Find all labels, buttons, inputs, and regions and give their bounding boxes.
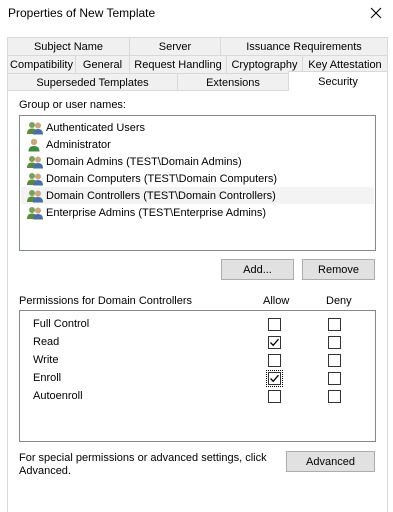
list-item-authenticated-users[interactable]: Authenticated Users — [21, 119, 374, 136]
user-group-icon — [27, 172, 43, 185]
enroll-deny-checkbox[interactable] — [328, 372, 341, 385]
user-icon — [28, 138, 40, 151]
permission-enroll-label: Enroll — [33, 372, 62, 384]
tab-request-handling[interactable]: Request Handling — [129, 55, 227, 73]
permission-autoenroll-label: Autoenroll — [33, 390, 83, 402]
enroll-allow-checkbox[interactable] — [266, 370, 283, 387]
checkmark-icon — [270, 374, 279, 383]
list-item-administrator[interactable]: Administrator — [21, 136, 374, 153]
list-item-domain-admins[interactable]: Domain Admins (TEST\Domain Admins) — [21, 153, 374, 170]
user-group-icon — [27, 206, 43, 219]
add-button[interactable]: Add... — [221, 259, 294, 280]
remove-button[interactable]: Remove — [302, 259, 375, 280]
tab-extensions[interactable]: Extensions — [177, 73, 289, 91]
list-item-enterprise-admins[interactable]: Enterprise Admins (TEST\Enterprise Admin… — [21, 204, 374, 221]
checkmark-icon — [270, 338, 279, 347]
autoenroll-deny-checkbox[interactable] — [328, 390, 341, 403]
close-button[interactable] — [361, 0, 391, 26]
read-deny-checkbox[interactable] — [328, 336, 341, 349]
tab-server[interactable]: Server — [129, 37, 221, 55]
list-item-domain-computers[interactable]: Domain Computers (TEST\Domain Computers) — [21, 170, 374, 187]
advanced-note-line2: Advanced. — [19, 465, 71, 477]
write-deny-checkbox[interactable] — [328, 354, 341, 367]
autoenroll-allow-checkbox[interactable] — [268, 390, 281, 403]
tab-security[interactable]: Security — [288, 71, 388, 91]
permissions-label: Permissions for Domain Controllers — [19, 295, 192, 307]
tab-general[interactable]: General — [75, 55, 130, 73]
permission-full-control-label: Full Control — [33, 318, 90, 330]
deny-column-header: Deny — [326, 295, 352, 307]
window-title: Properties of New Template — [8, 6, 156, 20]
write-allow-checkbox[interactable] — [268, 354, 281, 367]
user-group-icon — [27, 155, 43, 168]
read-allow-checkbox[interactable] — [268, 336, 281, 349]
advanced-button[interactable]: Advanced — [286, 451, 375, 472]
tab-compatibility[interactable]: Compatibility — [7, 55, 76, 73]
list-item-domain-controllers[interactable]: Domain Controllers (TEST\Domain Controll… — [21, 187, 374, 204]
permission-write-label: Write — [33, 354, 59, 366]
close-icon — [370, 7, 382, 19]
title-bar: Properties of New Template — [0, 0, 393, 27]
permissions-list: Full Control Read Write Enroll Autoenrol… — [19, 310, 376, 442]
permission-read-label: Read — [33, 336, 60, 348]
tab-issuance-requirements[interactable]: Issuance Requirements — [220, 37, 388, 55]
full-control-allow-checkbox[interactable] — [268, 318, 281, 331]
group-list-label: Group or user names: — [19, 99, 126, 111]
user-group-icon — [27, 189, 43, 202]
full-control-deny-checkbox[interactable] — [328, 318, 341, 331]
tab-subject-name[interactable]: Subject Name — [7, 37, 130, 55]
tab-superseded-templates[interactable]: Superseded Templates — [7, 73, 178, 91]
advanced-note-line1: For special permissions or advanced sett… — [19, 452, 267, 464]
allow-column-header: Allow — [263, 295, 290, 307]
user-group-icon — [27, 121, 43, 134]
group-user-list[interactable]: Authenticated Users Administrator Domain… — [19, 115, 376, 251]
